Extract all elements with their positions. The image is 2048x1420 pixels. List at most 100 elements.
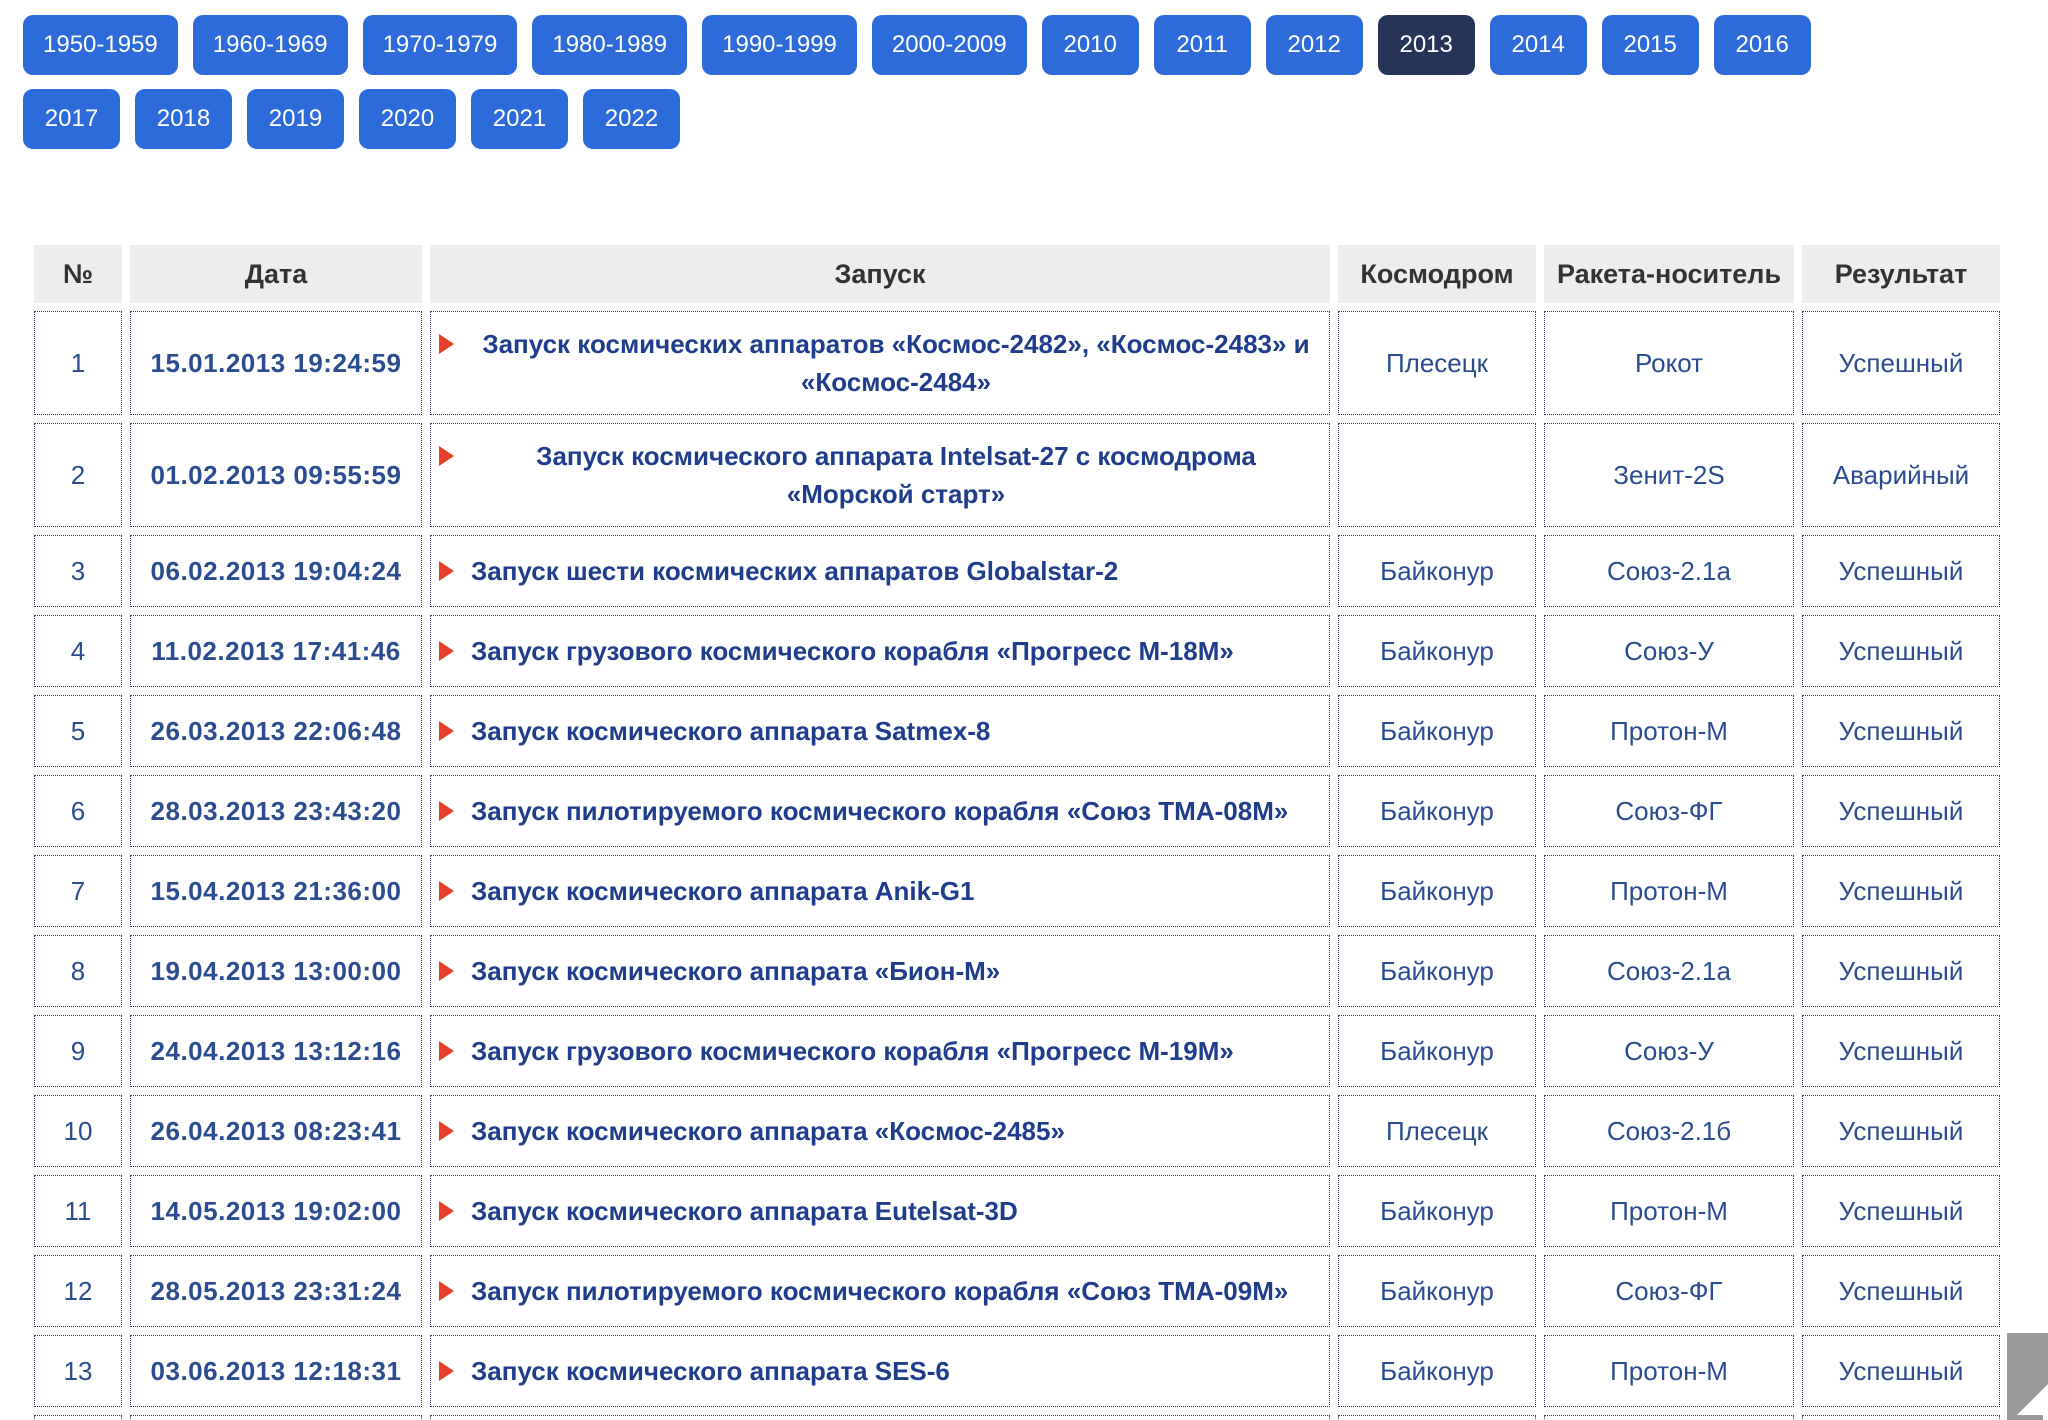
- launch-inner: Запуск пилотируемого космического корабл…: [439, 792, 1321, 830]
- launch-inner: Запуск пилотируемого космического корабл…: [439, 1272, 1321, 1310]
- up-arrow-icon: [2017, 1384, 2048, 1420]
- column-header-rocket: Ракета-носитель: [1544, 245, 1794, 303]
- year-filter-row-1: 1950-1959 1960-1969 1970-1979 1980-1989 1990…: [23, 15, 2048, 75]
- launch-link[interactable]: Запуск космического аппарата Satmex-8: [471, 712, 990, 750]
- year-filter-button-1980-1989[interactable]: 1980-1989: [532, 15, 688, 75]
- year-filter-button-2021[interactable]: 2021: [471, 89, 568, 149]
- row-number-cell: 6: [34, 775, 122, 847]
- red-triangle-icon: [439, 1361, 454, 1381]
- launch-link[interactable]: Запуск космических аппаратов «Космос-248…: [471, 325, 1321, 401]
- year-filter-button-2014[interactable]: 2014: [1489, 15, 1587, 75]
- year-filter-button-1970-1979[interactable]: 1970-1979: [362, 15, 518, 75]
- year-filter-button-2020[interactable]: 2020: [359, 89, 456, 149]
- launch-link[interactable]: Запуск пилотируемого космического корабл…: [471, 792, 1288, 830]
- row-number-cell: 11: [34, 1175, 122, 1247]
- table-row: 5 26.03.2013 22:06:48 Запуск космического …: [34, 695, 2000, 767]
- year-filter-button-2011[interactable]: 2011: [1153, 15, 1251, 75]
- row-number-cell: 9: [34, 1015, 122, 1087]
- year-filter-button-2017[interactable]: 2017: [23, 89, 120, 149]
- column-header-date: Дата: [130, 245, 422, 303]
- year-filter-button-2015[interactable]: 2015: [1601, 15, 1699, 75]
- year-filter-button-2013[interactable]: 2013: [1377, 15, 1475, 75]
- rocket-cell: Протон-М: [1544, 695, 1794, 767]
- launch-cell: [430, 1415, 1330, 1420]
- table-row: 1 15.01.2013 19:24:59 Запуск космических а…: [34, 311, 2000, 415]
- table-header-row: № Дата Запуск Космодром Ракета-носитель …: [34, 245, 2000, 303]
- red-triangle-icon: [439, 1201, 454, 1221]
- launch-link[interactable]: Запуск пилотируемого космического корабл…: [471, 1272, 1288, 1310]
- launch-link[interactable]: Запуск космического аппарата Anik-G1: [471, 872, 974, 910]
- cosmodrome-cell: [1338, 423, 1536, 527]
- year-filter-button-2012[interactable]: 2012: [1265, 15, 1363, 75]
- row-number-cell: 5: [34, 695, 122, 767]
- launch-link[interactable]: Запуск космического аппарата «Бион-М»: [471, 952, 1000, 990]
- date-cell: 14.05.2013 19:02:00: [130, 1175, 422, 1247]
- launch-inner: Запуск космического аппарата «Космос-248…: [439, 1112, 1321, 1150]
- scroll-top-button[interactable]: [2007, 1333, 2048, 1420]
- launch-link[interactable]: Запуск космического аппарата SES-6: [471, 1352, 950, 1390]
- table-row: 3 06.02.2013 19:04:24 Запуск шести космиче…: [34, 535, 2000, 607]
- date-cell: 24.04.2013 13:12:16: [130, 1015, 422, 1087]
- year-filter-bar: 1950-1959 1960-1969 1970-1979 1980-1989 1990…: [0, 0, 2048, 149]
- year-filter-button-2018[interactable]: 2018: [135, 89, 232, 149]
- launch-cell: Запуск пилотируемого космического корабл…: [430, 775, 1330, 847]
- rocket-cell: Союз-У: [1544, 615, 1794, 687]
- result-cell: Успешный: [1802, 775, 2000, 847]
- rocket-cell: Зенит-2S: [1544, 423, 1794, 527]
- table-row: [34, 1415, 2000, 1420]
- year-filter-button-2010[interactable]: 2010: [1041, 15, 1139, 75]
- rocket-cell: Союз-ФГ: [1544, 1255, 1794, 1327]
- year-filter-button-1990-1999[interactable]: 1990-1999: [702, 15, 857, 75]
- year-filter-button-2019[interactable]: 2019: [247, 89, 344, 149]
- year-filter-button-1960-1969[interactable]: 1960-1969: [192, 15, 348, 75]
- launch-cell: Запуск грузового космического корабля «П…: [430, 1015, 1330, 1087]
- launch-inner: Запуск космического аппарата Satmex-8: [439, 712, 1321, 750]
- result-cell: Успешный: [1802, 1015, 2000, 1087]
- year-filter-button-2022[interactable]: 2022: [583, 89, 680, 149]
- year-filter-button-1950-1959[interactable]: 1950-1959: [23, 15, 178, 75]
- rocket-cell: Союз-2.1б: [1544, 1095, 1794, 1167]
- launch-link[interactable]: Запуск грузового космического корабля «П…: [471, 1032, 1234, 1070]
- launch-link[interactable]: Запуск грузового космического корабля «П…: [471, 632, 1234, 670]
- year-filter-button-2016[interactable]: 2016: [1713, 15, 1811, 75]
- date-cell: 06.02.2013 19:04:24: [130, 535, 422, 607]
- cosmodrome-cell: Байконур: [1338, 1335, 1536, 1407]
- launch-inner: Запуск космического аппарата Anik-G1: [439, 872, 1321, 910]
- column-header-cosmodrome: Космодром: [1338, 245, 1536, 303]
- launch-cell: Запуск космического аппарата Satmex-8: [430, 695, 1330, 767]
- launch-link[interactable]: Запуск космического аппарата Eutelsat-3D: [471, 1192, 1018, 1230]
- launch-link[interactable]: Запуск космического аппарата «Космос-248…: [471, 1112, 1065, 1150]
- rocket-cell: Союз-2.1а: [1544, 935, 1794, 1007]
- date-cell: 03.06.2013 12:18:31: [130, 1335, 422, 1407]
- cosmodrome-cell: Плесецк: [1338, 1095, 1536, 1167]
- result-cell: Успешный: [1802, 1175, 2000, 1247]
- launch-inner: Запуск космического аппарата SES-6: [439, 1352, 1321, 1390]
- row-number-cell: 3: [34, 535, 122, 607]
- year-filter-button-2000-2009[interactable]: 2000-2009: [871, 15, 1027, 75]
- row-number-cell: 10: [34, 1095, 122, 1167]
- rocket-cell: Рокот: [1544, 311, 1794, 415]
- row-number-cell: [34, 1415, 122, 1420]
- rocket-cell: Союз-2.1а: [1544, 535, 1794, 607]
- red-triangle-icon: [439, 881, 454, 901]
- red-triangle-icon: [439, 334, 454, 354]
- page: 1950-1959 1960-1969 1970-1979 1980-1989 1990…: [0, 0, 2048, 1420]
- launch-cell: Запуск пилотируемого космического корабл…: [430, 1255, 1330, 1327]
- red-triangle-icon: [439, 1121, 454, 1141]
- cosmodrome-cell: Байконур: [1338, 775, 1536, 847]
- launch-cell: Запуск грузового космического корабля «П…: [430, 615, 1330, 687]
- date-cell: 28.05.2013 23:31:24: [130, 1255, 422, 1327]
- launch-cell: Запуск космического аппарата Eutelsat-3D: [430, 1175, 1330, 1247]
- date-cell: [130, 1415, 422, 1420]
- row-number-cell: 7: [34, 855, 122, 927]
- launches-table-wrap: № Дата Запуск Космодром Ракета-носитель …: [26, 237, 2048, 1420]
- result-cell: Успешный: [1802, 1255, 2000, 1327]
- result-cell: Успешный: [1802, 935, 2000, 1007]
- launch-link[interactable]: Запуск космического аппарата Intelsat-27…: [471, 437, 1321, 513]
- table-row: 4 11.02.2013 17:41:46 Запуск грузового кос…: [34, 615, 2000, 687]
- cosmodrome-cell: Плесецк: [1338, 311, 1536, 415]
- launch-link[interactable]: Запуск шести космических аппаратов Globa…: [471, 552, 1118, 590]
- year-filter-row-2: 2017 2018 2019 2020 2021 2022: [23, 89, 2048, 149]
- row-number-cell: 2: [34, 423, 122, 527]
- launch-cell: Запуск космического аппарата Intelsat-27…: [430, 423, 1330, 527]
